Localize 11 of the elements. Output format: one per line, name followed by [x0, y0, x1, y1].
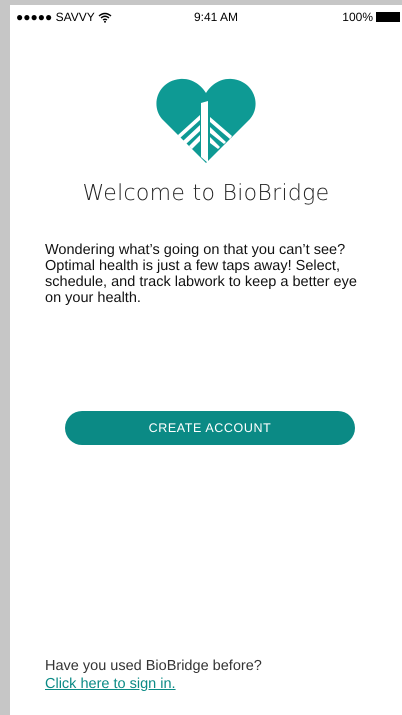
- create-account-button[interactable]: CREATE ACCOUNT: [65, 411, 355, 445]
- heart-logo-icon: [156, 77, 256, 163]
- welcome-title: Welcome to BioBridge: [82, 181, 330, 206]
- battery-percent: 100%: [342, 10, 373, 24]
- battery-icon: [376, 12, 400, 22]
- returning-user-question: Have you used BioBridge before?: [45, 657, 263, 675]
- carrier-label: ●●●●● SAVVY: [16, 10, 95, 24]
- wifi-icon: [98, 12, 112, 22]
- sign-in-link[interactable]: Click here to sign in.: [45, 675, 176, 693]
- status-time: 9:41 AM: [194, 10, 238, 24]
- intro-paragraph: Wondering what’s going on that you can’t see? Optimal health is just a few taps away! Select, schedule, and track labwork to keep a better eye on your health.: [45, 242, 358, 306]
